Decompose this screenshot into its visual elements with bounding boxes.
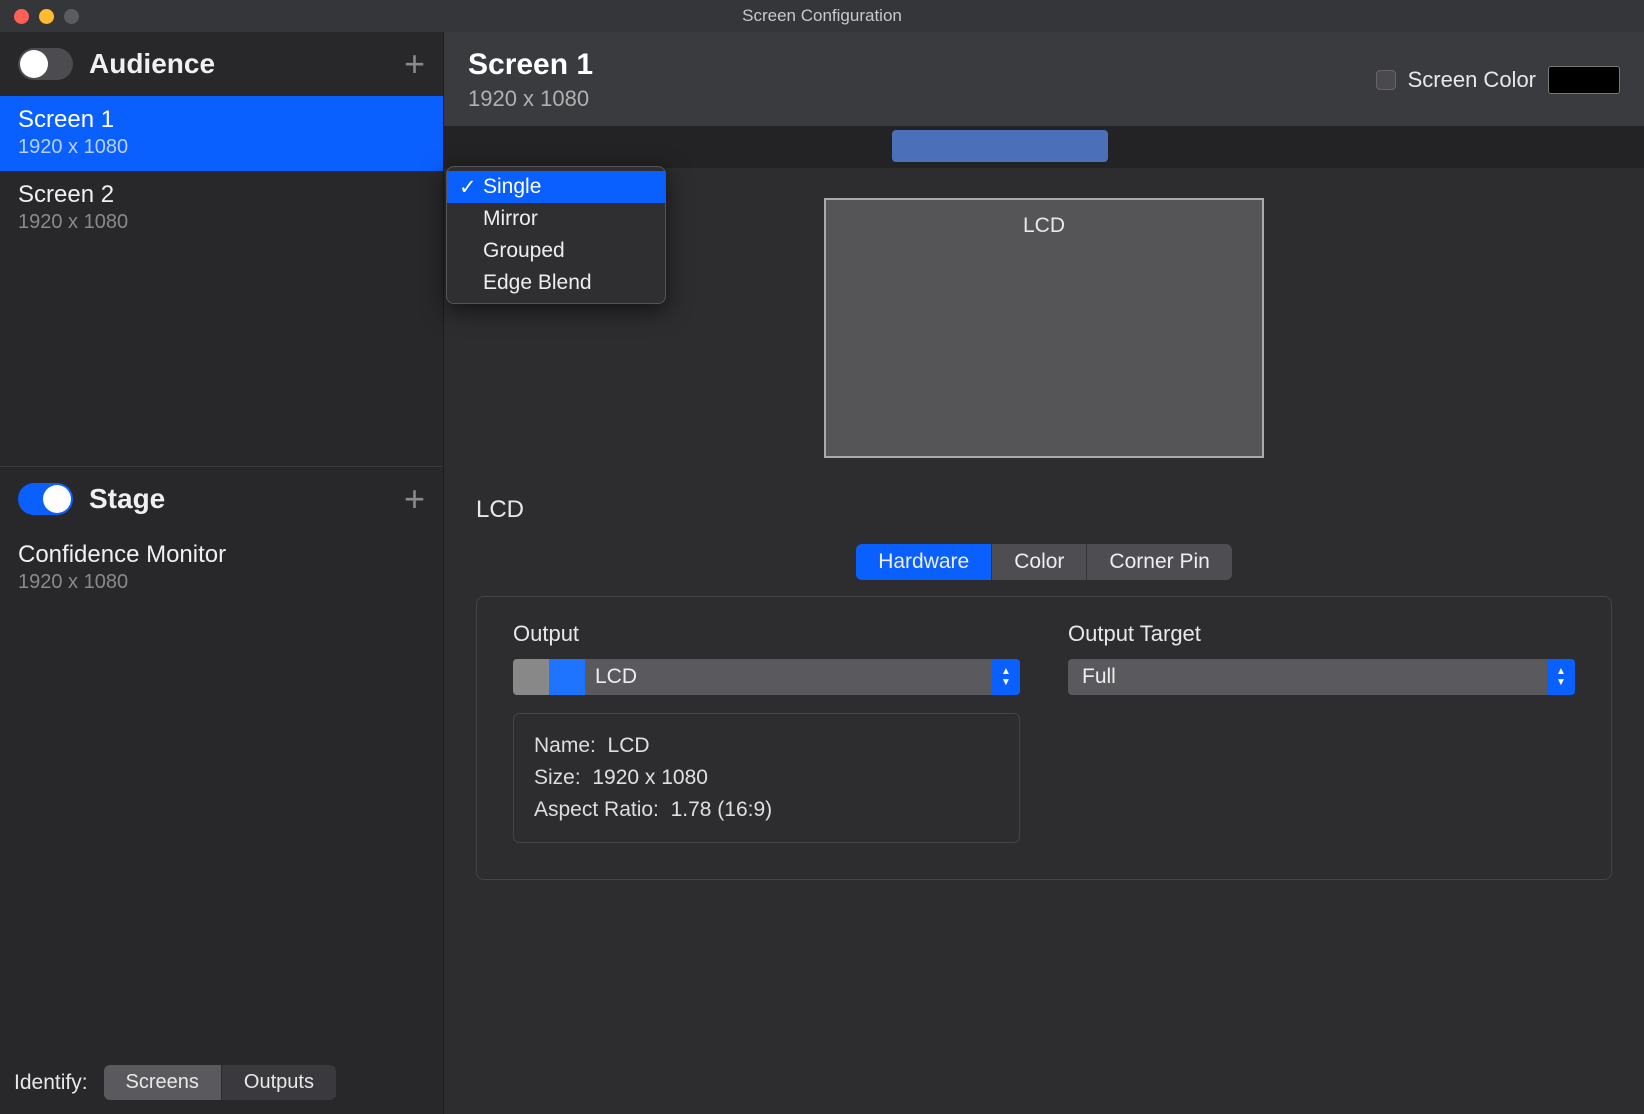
screen-type-row: [444, 126, 1644, 168]
output-target-select[interactable]: Full: [1068, 659, 1575, 695]
type-option-mirror[interactable]: Mirror: [447, 203, 665, 235]
output-target-col: Output Target Full: [1068, 621, 1575, 843]
info-aspect: Aspect Ratio: 1.78 (16:9): [534, 794, 999, 826]
output-select[interactable]: LCD: [513, 659, 1020, 695]
screen-item-screen-2[interactable]: Screen 2 1920 x 1080: [0, 171, 443, 246]
body: Audience + Screen 1 1920 x 1080 Screen 2…: [0, 32, 1644, 1114]
section-name-audience: Audience: [89, 48, 404, 80]
screen-item-resolution: 1920 x 1080: [18, 571, 425, 594]
window-title: Screen Configuration: [0, 6, 1644, 26]
section-header-stage: Stage +: [0, 466, 443, 531]
screen-item-resolution: 1920 x 1080: [18, 211, 425, 234]
screen-item-resolution: 1920 x 1080: [18, 136, 425, 159]
screen-item-name: Screen 1: [18, 106, 425, 134]
output-target-label: Output Target: [1068, 621, 1575, 647]
minimize-button[interactable]: [39, 9, 54, 24]
output-tabs: Hardware Color Corner Pin: [856, 544, 1232, 580]
screen-color-row: Screen Color: [1376, 66, 1620, 94]
stage-toggle[interactable]: [18, 483, 73, 515]
main-header: Screen 1 1920 x 1080 Screen Color: [444, 32, 1644, 126]
window: Screen Configuration Audience + Screen 1…: [0, 0, 1644, 1114]
section-header-audience: Audience +: [0, 32, 443, 96]
info-size: Size: 1920 x 1080: [534, 762, 999, 794]
screen-item-name: Screen 2: [18, 181, 425, 209]
output-label: Output: [513, 621, 1020, 647]
output-info-box: Name: LCD Size: 1920 x 1080 Aspect Ratio…: [513, 713, 1020, 843]
tab-hardware[interactable]: Hardware: [856, 544, 991, 580]
screen-type-select[interactable]: [892, 130, 1108, 162]
add-stage-screen-button[interactable]: +: [404, 481, 425, 517]
tab-corner-pin[interactable]: Corner Pin: [1086, 544, 1231, 580]
screen-item-screen-1[interactable]: Screen 1 1920 x 1080: [0, 96, 443, 171]
section-name-stage: Stage: [89, 483, 404, 515]
info-name: Name: LCD: [534, 730, 999, 762]
identify-screens-button[interactable]: Screens: [104, 1065, 221, 1100]
page-title: Screen 1: [468, 48, 1376, 82]
output-chip-icon: [513, 659, 549, 695]
output-target-stepper[interactable]: [1547, 659, 1575, 695]
screen-type-dropdown: ✓ Single Mirror Grouped Edge Blend: [446, 166, 666, 304]
screen-color-swatch[interactable]: [1548, 66, 1620, 94]
sidebar: Audience + Screen 1 1920 x 1080 Screen 2…: [0, 32, 444, 1114]
audience-toggle[interactable]: [18, 48, 73, 80]
page-resolution: 1920 x 1080: [468, 86, 1376, 112]
checkmark-icon: ✓: [459, 175, 477, 200]
output-stepper[interactable]: [992, 659, 1020, 695]
type-option-single[interactable]: ✓ Single: [447, 171, 665, 203]
identify-segmented: Screens Outputs: [104, 1065, 336, 1100]
preview-label: LCD: [826, 214, 1262, 238]
close-button[interactable]: [14, 9, 29, 24]
screen-color-checkbox[interactable]: [1376, 70, 1396, 90]
traffic-lights: [14, 9, 79, 24]
type-option-edge-blend[interactable]: Edge Blend: [447, 267, 665, 299]
identify-label: Identify:: [14, 1071, 88, 1095]
output-value: LCD: [585, 665, 992, 689]
screen-color-label: Screen Color: [1408, 67, 1536, 93]
preview-output[interactable]: LCD: [824, 198, 1264, 458]
stage-screen-list: Confidence Monitor 1920 x 1080: [0, 531, 443, 606]
screen-item-name: Confidence Monitor: [18, 541, 425, 569]
output-tabs-row: Hardware Color Corner Pin: [476, 544, 1612, 580]
output-col: Output LCD Name: LCD Siz: [513, 621, 1020, 843]
screen-item-confidence-monitor[interactable]: Confidence Monitor 1920 x 1080: [0, 531, 443, 606]
audience-screen-list: Screen 1 1920 x 1080 Screen 2 1920 x 108…: [0, 96, 443, 246]
identify-outputs-button[interactable]: Outputs: [221, 1065, 336, 1100]
output-section: LCD Hardware Color Corner Pin Output: [444, 478, 1644, 898]
output-panel: Output LCD Name: LCD Siz: [476, 596, 1612, 880]
tab-color[interactable]: Color: [991, 544, 1086, 580]
identify-row: Identify: Screens Outputs: [0, 1055, 443, 1114]
add-audience-screen-button[interactable]: +: [404, 46, 425, 82]
output-target-value: Full: [1068, 665, 1547, 689]
output-section-title: LCD: [476, 496, 1612, 524]
type-option-grouped[interactable]: Grouped: [447, 235, 665, 267]
zoom-button[interactable]: [64, 9, 79, 24]
titlebar: Screen Configuration: [0, 0, 1644, 32]
output-chip-accent: [549, 659, 585, 695]
